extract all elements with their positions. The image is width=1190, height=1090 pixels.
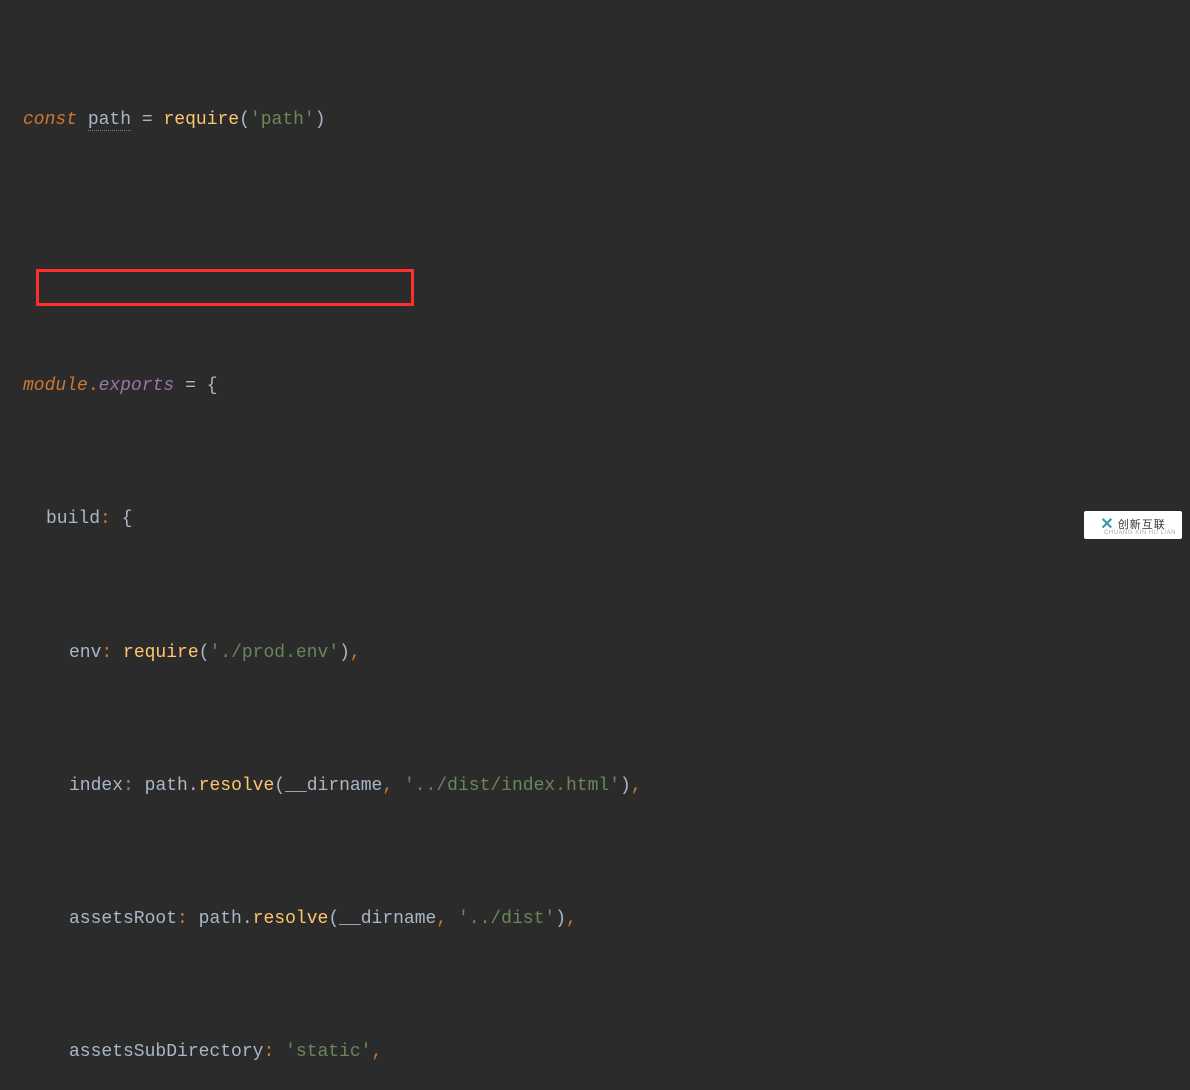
code-line: const path = require('path') xyxy=(23,104,1190,137)
code-line: assetsSubDirectory: 'static', xyxy=(23,1036,1190,1069)
code-line: index: path.resolve(__dirname, '../dist/… xyxy=(23,770,1190,803)
code-line: build: { xyxy=(23,503,1190,536)
code-editor[interactable]: const path = require('path') module.expo… xyxy=(0,4,1190,1090)
identifier-path: path xyxy=(88,110,131,131)
watermark-logo: ✕ 创新互联 CHUANG XIN HU LIAN xyxy=(1084,511,1182,539)
blank-line xyxy=(23,237,1190,270)
code-line: module.exports = { xyxy=(23,370,1190,403)
logo-subtext: CHUANG XIN HU LIAN xyxy=(1104,528,1176,539)
code-line: assetsRoot: path.resolve(__dirname, '../… xyxy=(23,903,1190,936)
fn-require: require xyxy=(163,110,239,130)
keyword-const: const xyxy=(23,110,77,130)
code-line: env: require('./prod.env'), xyxy=(23,637,1190,670)
